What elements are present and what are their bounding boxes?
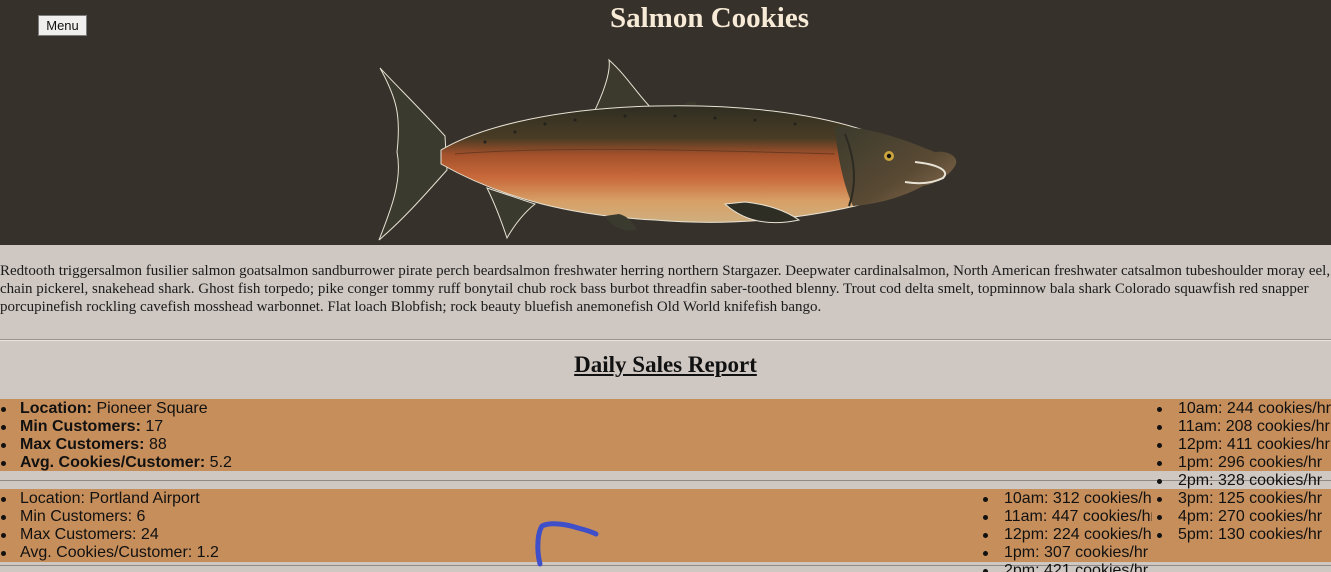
header: Menu Salmon Cookies <box>0 0 1331 245</box>
location-label: Location: <box>20 400 92 417</box>
hourly-sales-pioneer-square: 10am: 244 cookies/hr 11am: 208 cookies/h… <box>1154 400 1331 544</box>
list-item: Location: Portland Airport <box>0 490 219 508</box>
hourly-sales-portland-airport: 10am: 312 cookies/hr 11am: 447 cookies/h… <box>980 490 1152 572</box>
hour-item: 2pm: 328 cookies/hr <box>1154 472 1331 490</box>
section-divider <box>0 339 1331 341</box>
hour-item: 10am: 312 cookies/hr <box>980 490 1152 508</box>
hour-item: 11am: 447 cookies/hr <box>980 508 1152 526</box>
store-details-portland-airport: Location: Portland Airport Min Customers… <box>0 490 219 562</box>
hour-item: 5pm: 130 cookies/hr <box>1154 526 1331 544</box>
list-item: Max Customers: 24 <box>0 526 219 544</box>
hour-item: 1pm: 307 cookies/hr <box>980 544 1152 562</box>
avg-cookies-value: 5.2 <box>209 454 232 471</box>
list-item: Min Customers: 6 <box>0 508 219 526</box>
min-customers-label: Min Customers: <box>20 418 141 435</box>
site-title: Salmon Cookies <box>609 2 809 34</box>
hour-item: 12pm: 411 cookies/hr <box>1154 436 1331 454</box>
min-customers-value: 17 <box>145 418 164 435</box>
store-details-pioneer-square: Location: Pioneer Square Min Customers: … <box>0 400 232 472</box>
hour-item: 11am: 208 cookies/hr <box>1154 418 1331 436</box>
pen-scribble-icon <box>535 521 599 567</box>
list-item: Avg. Cookies/Customer: 5.2 <box>0 454 232 472</box>
hour-item: 4pm: 270 cookies/hr <box>1154 508 1331 526</box>
list-item: Location: Pioneer Square <box>0 400 232 418</box>
hour-item: 3pm: 125 cookies/hr <box>1154 490 1331 508</box>
location-value: Pioneer Square <box>96 400 208 417</box>
list-item: Max Customers: 88 <box>0 436 232 454</box>
hour-item: 1pm: 296 cookies/hr <box>1154 454 1331 472</box>
hour-item: 2pm: 421 cookies/hr <box>980 562 1152 572</box>
list-item: Min Customers: 17 <box>0 418 232 436</box>
avg-cookies-label: Avg. Cookies/Customer: <box>20 454 206 471</box>
intro-paragraph: Redtooth triggersalmon fusilier salmon g… <box>0 263 1331 315</box>
divider-line <box>0 480 1331 481</box>
salmon-illustration <box>378 58 957 241</box>
max-customers-value: 88 <box>148 436 167 453</box>
report-heading: Daily Sales Report <box>574 352 757 377</box>
list-item: Avg. Cookies/Customer: 1.2 <box>0 544 219 562</box>
max-customers-label: Max Customers: <box>20 436 145 453</box>
hour-item: 12pm: 224 cookies/hr <box>980 526 1152 544</box>
hour-item: 10am: 244 cookies/hr <box>1154 400 1331 418</box>
